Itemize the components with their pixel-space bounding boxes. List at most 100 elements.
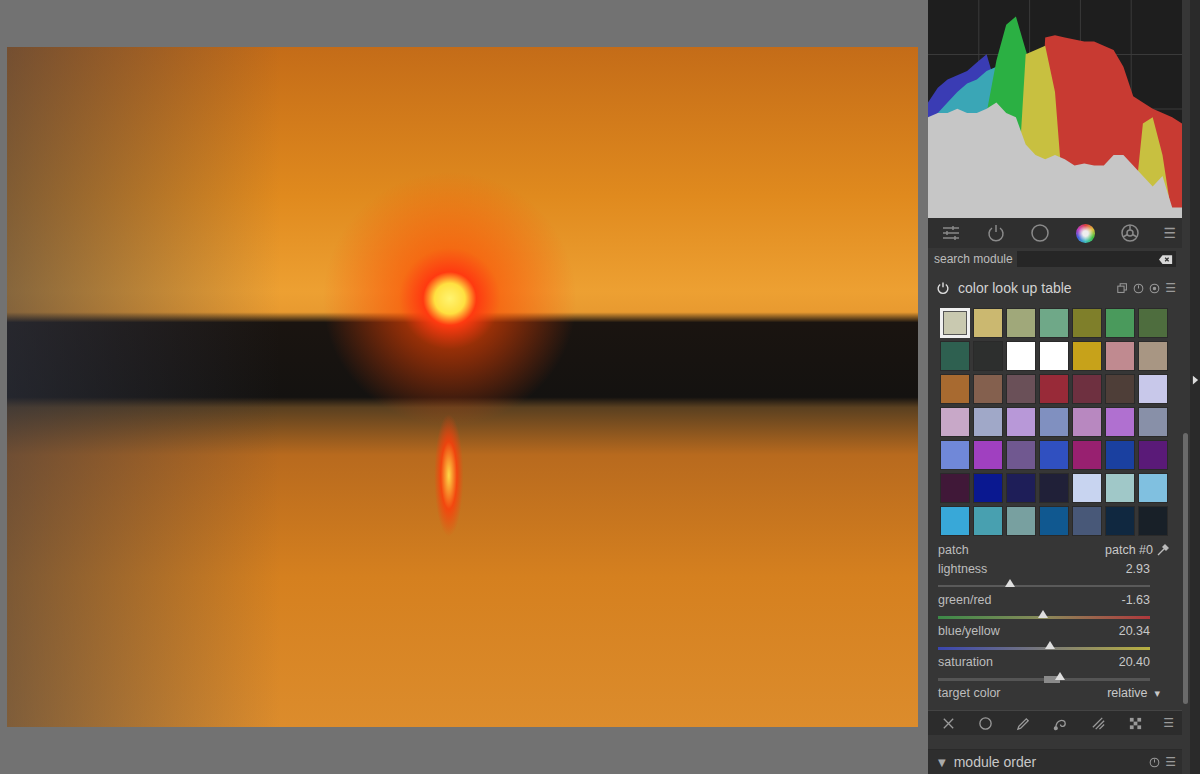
slider-marker[interactable]: [1005, 579, 1015, 587]
module-order-menu[interactable]: ☰: [1165, 756, 1176, 768]
color-patch[interactable]: [1006, 440, 1036, 470]
module-group-button[interactable]: [940, 222, 962, 244]
color-patch[interactable]: [1039, 407, 1069, 437]
color-patch[interactable]: [1072, 374, 1102, 404]
color-patch[interactable]: [1138, 506, 1168, 536]
slider-marker[interactable]: [1055, 672, 1065, 680]
color-patch[interactable]: [1039, 440, 1069, 470]
color-patch[interactable]: [1138, 341, 1168, 371]
color-patch[interactable]: [940, 473, 970, 503]
color-patch[interactable]: [940, 407, 970, 437]
presets-menu[interactable]: ☰: [1163, 226, 1176, 240]
scrollbar[interactable]: [1182, 0, 1190, 774]
color-patch[interactable]: [1138, 407, 1168, 437]
blend-menu[interactable]: ☰: [1163, 717, 1174, 729]
panel-edge[interactable]: [1190, 0, 1200, 774]
module-order-header[interactable]: ▼module order☰: [928, 750, 1182, 774]
color-patch[interactable]: [1006, 506, 1036, 536]
target-label: target color: [938, 686, 1001, 700]
color-patch[interactable]: [1138, 308, 1168, 338]
color-patch[interactable]: [973, 341, 1003, 371]
slider-track[interactable]: [938, 678, 1150, 681]
slider[interactable]: blue/yellow20.34: [928, 620, 1182, 651]
color-patch[interactable]: [973, 473, 1003, 503]
color-patch[interactable]: [1072, 308, 1102, 338]
color-patch[interactable]: [973, 506, 1003, 536]
color-patch[interactable]: [1105, 341, 1135, 371]
color-patch[interactable]: [1006, 308, 1036, 338]
color-patch[interactable]: [940, 308, 970, 338]
color-patch[interactable]: [1072, 440, 1102, 470]
mask-tool-button[interactable]: [976, 713, 996, 733]
module-group-button[interactable]: [1074, 222, 1096, 244]
presets-icon[interactable]: [1149, 283, 1160, 294]
color-patch[interactable]: [1039, 473, 1069, 503]
mask-tool-button[interactable]: [1126, 713, 1146, 733]
reset-icon[interactable]: [1149, 757, 1160, 768]
color-patch[interactable]: [1105, 407, 1135, 437]
color-patch[interactable]: [940, 341, 970, 371]
color-patch[interactable]: [973, 308, 1003, 338]
multi-instance-icon[interactable]: [1117, 283, 1128, 294]
color-patch[interactable]: [1138, 473, 1168, 503]
scrollbar-thumb[interactable]: [1183, 433, 1188, 704]
circle-icon: [978, 716, 993, 731]
color-patch[interactable]: [1138, 440, 1168, 470]
color-patch[interactable]: [1072, 407, 1102, 437]
mask-tool-button[interactable]: [938, 713, 958, 733]
slider-label: saturation: [938, 655, 993, 669]
module-group-button[interactable]: [1029, 222, 1051, 244]
color-patch[interactable]: [1039, 308, 1069, 338]
color-patch[interactable]: [1105, 506, 1135, 536]
collapse-arrow[interactable]: ▼: [938, 757, 946, 768]
histogram[interactable]: [928, 0, 1182, 218]
clear-icon[interactable]: [1159, 254, 1173, 265]
color-patch[interactable]: [1006, 407, 1036, 437]
color-patch[interactable]: [1105, 374, 1135, 404]
color-picker-icon[interactable]: [1156, 543, 1170, 557]
mask-tool-button[interactable]: [1088, 713, 1108, 733]
color-patch[interactable]: [1039, 506, 1069, 536]
color-patch[interactable]: [1072, 506, 1102, 536]
color-patch[interactable]: [1105, 473, 1135, 503]
collapse-panel-icon[interactable]: [1192, 374, 1199, 386]
slider-track[interactable]: [938, 647, 1150, 650]
slider-reading: 20.40: [1119, 655, 1150, 669]
reset-icon[interactable]: [1133, 283, 1144, 294]
color-patch[interactable]: [1039, 341, 1069, 371]
mask-tool-button[interactable]: [1013, 713, 1033, 733]
module-group-button[interactable]: [1119, 222, 1141, 244]
slider[interactable]: green/red-1.63: [928, 589, 1182, 620]
power-icon[interactable]: [936, 281, 950, 295]
color-patch[interactable]: [1072, 341, 1102, 371]
color-patch[interactable]: [1039, 374, 1069, 404]
color-patch[interactable]: [1105, 440, 1135, 470]
slider-track[interactable]: [938, 585, 1150, 587]
color-patch[interactable]: [1006, 374, 1036, 404]
color-patch[interactable]: [1138, 374, 1168, 404]
mask-tool-button[interactable]: [1051, 713, 1071, 733]
color-patch[interactable]: [1072, 473, 1102, 503]
color-patch[interactable]: [940, 440, 970, 470]
module-header[interactable]: color look up table☰: [928, 278, 1182, 298]
color-patch[interactable]: [973, 374, 1003, 404]
slider[interactable]: lightness2.93: [928, 558, 1182, 589]
color-patch[interactable]: [940, 506, 970, 536]
color-patch[interactable]: [940, 374, 970, 404]
module-group-button[interactable]: [985, 222, 1007, 244]
slider[interactable]: saturation 20.40: [928, 651, 1182, 682]
color-patch[interactable]: [1006, 473, 1036, 503]
color-patch[interactable]: [1105, 308, 1135, 338]
histogram-series: [928, 35, 1182, 218]
search-field[interactable]: [1017, 251, 1176, 267]
slider-marker[interactable]: [1038, 610, 1048, 618]
target-value[interactable]: relative ▾: [1107, 686, 1160, 700]
color-patch[interactable]: [973, 440, 1003, 470]
color-patch[interactable]: [973, 407, 1003, 437]
slider-marker[interactable]: [1045, 641, 1055, 649]
color-patch[interactable]: [1006, 341, 1036, 371]
patch-value[interactable]: patch #0: [1105, 543, 1170, 557]
mask-toolbar: ☰: [928, 710, 1182, 735]
module-menu[interactable]: ☰: [1165, 282, 1176, 294]
target-color-row[interactable]: target color relative ▾: [928, 682, 1182, 704]
